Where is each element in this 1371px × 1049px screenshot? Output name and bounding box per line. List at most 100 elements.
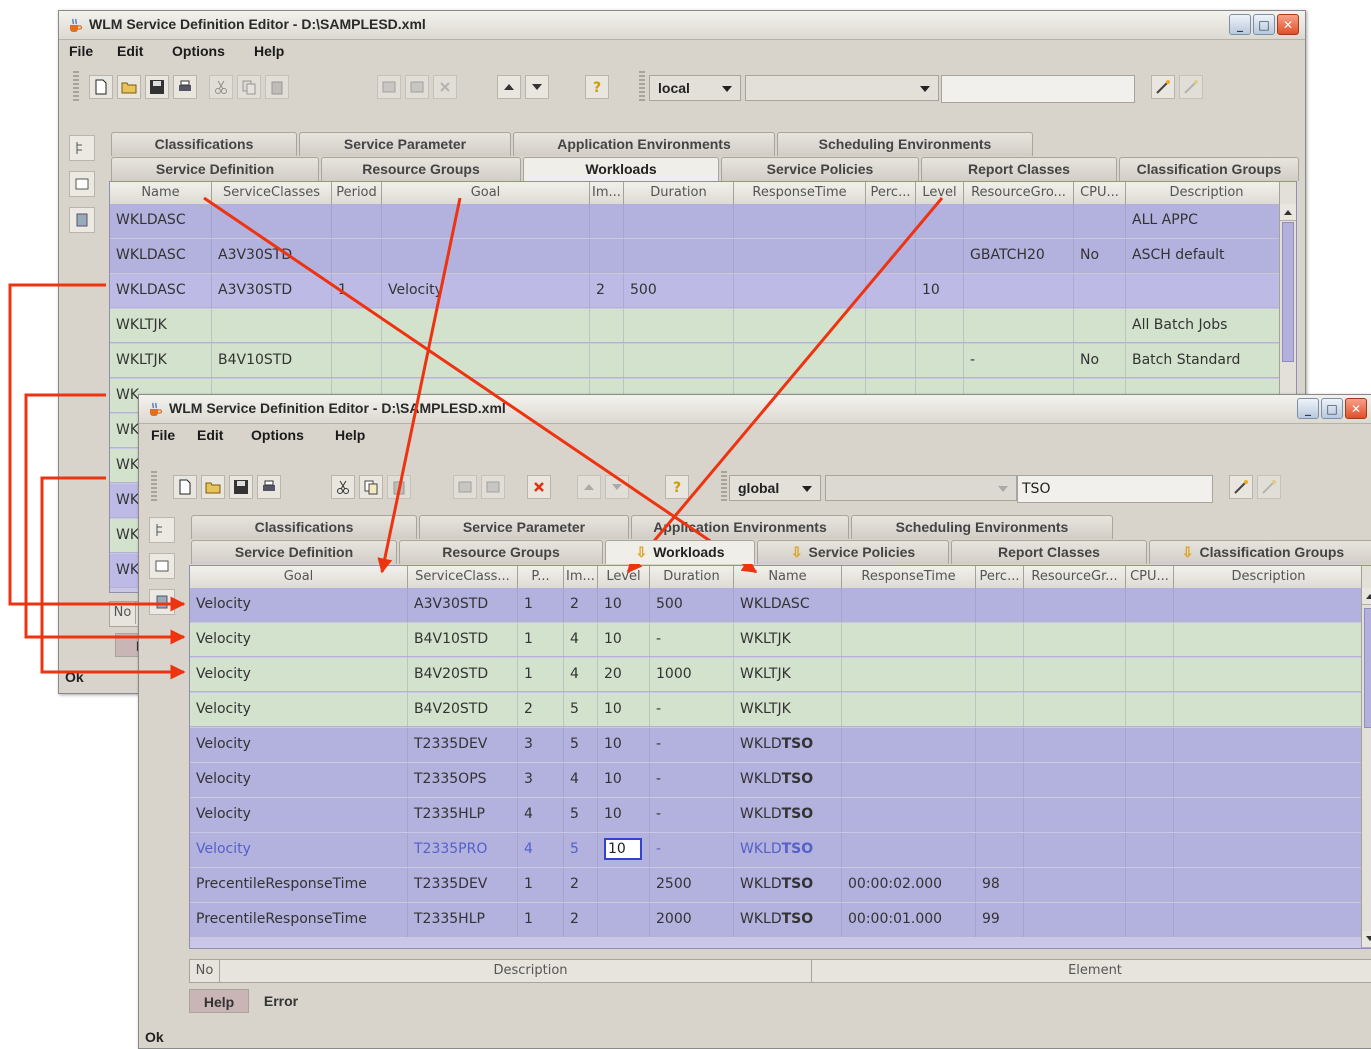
- menu-help[interactable]: Help: [254, 43, 284, 59]
- help-button[interactable]: ?: [665, 475, 689, 499]
- tab-scheduling-environments[interactable]: Scheduling Environments: [851, 515, 1113, 539]
- bottom-tab-help[interactable]: Help: [189, 989, 249, 1013]
- table-cell[interactable]: 98: [976, 868, 1024, 902]
- column-header[interactable]: CPU...: [1074, 182, 1126, 204]
- column-header[interactable]: Perc...: [976, 566, 1024, 588]
- table-cell[interactable]: 99: [976, 903, 1024, 937]
- table-cell[interactable]: WKLDASC: [110, 274, 212, 308]
- table-cell[interactable]: 10: [598, 588, 650, 622]
- scroll-thumb[interactable]: [1364, 608, 1371, 728]
- save-button[interactable]: [145, 75, 169, 99]
- table-cell[interactable]: 2: [564, 903, 598, 937]
- table-cell[interactable]: [866, 344, 916, 378]
- back-title-bar[interactable]: WLM Service Definition Editor - D:\SAMPL…: [59, 11, 1305, 40]
- maximize-button[interactable]: □: [1321, 398, 1343, 419]
- print-button[interactable]: [257, 475, 281, 499]
- table-view-button[interactable]: [149, 553, 175, 579]
- scroll-thumb[interactable]: [1282, 222, 1294, 362]
- table-cell[interactable]: [976, 798, 1024, 832]
- table-cell[interactable]: 10: [598, 728, 650, 762]
- column-header[interactable]: ResourceGro...: [964, 182, 1074, 204]
- table-cell[interactable]: [964, 204, 1074, 238]
- toolbar-grip-2[interactable]: [721, 471, 727, 501]
- table-cell[interactable]: [1126, 728, 1174, 762]
- table-cell[interactable]: All Batch Jobs: [1126, 309, 1288, 343]
- table-cell[interactable]: T2335DEV: [408, 868, 518, 902]
- column-header[interactable]: Duration: [650, 566, 734, 588]
- table-cell[interactable]: [382, 309, 590, 343]
- table-row[interactable]: Velocity B4V20STD 1 4 20 1000 WKLTJK: [190, 658, 1364, 692]
- tab-service-parameter[interactable]: Service Parameter: [419, 515, 629, 539]
- table-cell[interactable]: [734, 239, 866, 273]
- tab-classification-groups[interactable]: ⇩ Classification Groups: [1149, 540, 1371, 564]
- table-cell[interactable]: [1174, 728, 1364, 762]
- table-cell[interactable]: -: [964, 344, 1074, 378]
- table-cell[interactable]: 1000: [650, 658, 734, 692]
- column-header[interactable]: Perc...: [866, 182, 916, 204]
- print-button[interactable]: [173, 75, 197, 99]
- table-row[interactable]: Velocity T2335PRO 4 5 10- WKLDTSO: [190, 833, 1364, 867]
- table-cell[interactable]: 5: [564, 798, 598, 832]
- table-cell[interactable]: T2335HLP: [408, 798, 518, 832]
- table-cell[interactable]: [842, 763, 976, 797]
- table-cell[interactable]: [734, 204, 866, 238]
- table-cell[interactable]: [734, 274, 866, 308]
- table-cell[interactable]: GBATCH20: [964, 239, 1074, 273]
- table-cell[interactable]: 2000: [650, 903, 734, 937]
- tab-service-definition[interactable]: Service Definition: [191, 540, 397, 564]
- table-cell[interactable]: [866, 274, 916, 308]
- table-row[interactable]: Velocity T2335DEV 3 5 10- WKLDTSO: [190, 728, 1364, 762]
- table-cell[interactable]: -: [650, 833, 734, 867]
- table-cell[interactable]: [624, 239, 734, 273]
- table-cell[interactable]: 1: [518, 588, 564, 622]
- table-cell[interactable]: 00:00:02.000: [842, 868, 976, 902]
- table-cell[interactable]: 4: [564, 763, 598, 797]
- cell-editor-input[interactable]: 10: [604, 838, 642, 860]
- column-header[interactable]: ServiceClass...: [408, 566, 518, 588]
- table-cell[interactable]: [734, 309, 866, 343]
- table-cell[interactable]: [1024, 833, 1126, 867]
- table-cell[interactable]: No: [1074, 239, 1126, 273]
- table-row[interactable]: Velocity B4V10STD 1 4 10- WKLTJK: [190, 623, 1364, 657]
- table-cell[interactable]: ALL APPC: [1126, 204, 1288, 238]
- table-cell[interactable]: [212, 204, 332, 238]
- find-next-button[interactable]: [1257, 475, 1281, 499]
- table-cell[interactable]: [1024, 868, 1126, 902]
- search-input[interactable]: TSO: [1017, 475, 1213, 503]
- tab-service-definition[interactable]: Service Definition: [111, 157, 319, 181]
- table-cell[interactable]: [1024, 763, 1126, 797]
- table-cell[interactable]: [1024, 728, 1126, 762]
- table-cell[interactable]: [1174, 693, 1364, 727]
- table-cell[interactable]: [976, 693, 1024, 727]
- column-header[interactable]: Duration: [624, 182, 734, 204]
- delete-row-button[interactable]: [527, 475, 551, 499]
- menu-edit[interactable]: Edit: [197, 427, 223, 443]
- table-cell[interactable]: 4: [518, 798, 564, 832]
- tab-scheduling-environments[interactable]: Scheduling Environments: [777, 132, 1033, 156]
- tab-resource-groups[interactable]: Resource Groups: [399, 540, 603, 564]
- table-cell[interactable]: 4: [564, 658, 598, 692]
- tree-view-button[interactable]: [69, 135, 95, 161]
- table-cell[interactable]: [1126, 623, 1174, 657]
- column-header[interactable]: ResourceGr...: [1024, 566, 1126, 588]
- table-cell[interactable]: [916, 239, 964, 273]
- move-up-button[interactable]: [577, 475, 601, 499]
- scope-combo[interactable]: local: [649, 75, 741, 101]
- move-down-button[interactable]: [605, 475, 629, 499]
- table-cell[interactable]: [1126, 763, 1174, 797]
- move-down-button[interactable]: [525, 75, 549, 99]
- table-cell[interactable]: [1174, 623, 1364, 657]
- tab-classifications[interactable]: Classifications: [191, 515, 417, 539]
- toolbar-grip[interactable]: [73, 71, 79, 101]
- table-cell[interactable]: Velocity: [190, 588, 408, 622]
- table-cell[interactable]: -: [650, 728, 734, 762]
- table-cell[interactable]: ASCH default: [1126, 239, 1288, 273]
- add-row-button[interactable]: [453, 475, 477, 499]
- table-cell[interactable]: B4V20STD: [408, 658, 518, 692]
- table-cell[interactable]: [1126, 693, 1174, 727]
- table-cell[interactable]: Batch Standard: [1126, 344, 1288, 378]
- column-header[interactable]: Description: [1174, 566, 1364, 588]
- table-row[interactable]: PrecentileResponseTime T2335HLP 1 2 2000 WKLD…: [190, 903, 1364, 937]
- menu-file[interactable]: File: [69, 43, 93, 59]
- column-header[interactable]: Level: [916, 182, 964, 204]
